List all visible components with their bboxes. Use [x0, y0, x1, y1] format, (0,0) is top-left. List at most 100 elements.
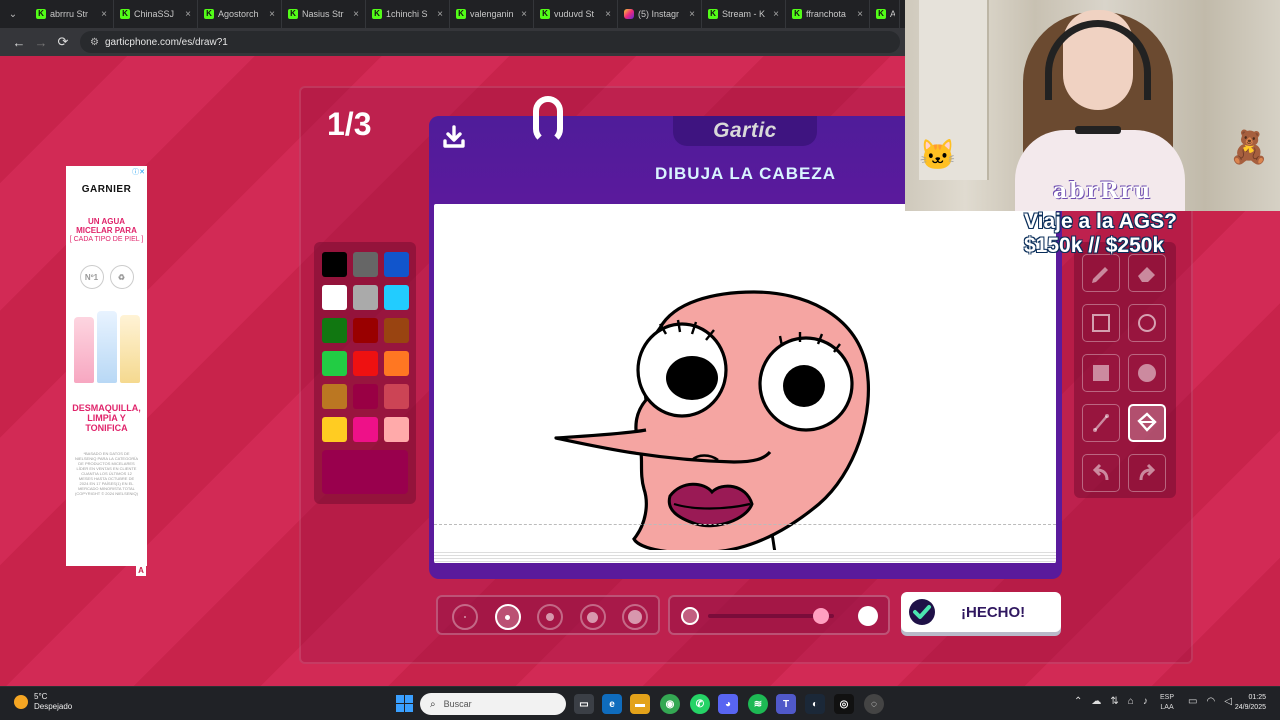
color-swatch[interactable]: [353, 318, 378, 343]
ellipse-fill-tool[interactable]: [1128, 354, 1166, 392]
ad-marker[interactable]: A: [136, 566, 146, 576]
undo-tool[interactable]: [1082, 454, 1120, 492]
browser-tab[interactable]: K 1chinchi S ×: [366, 0, 450, 28]
drawing-canvas[interactable]: [434, 204, 1056, 563]
microphone-icon[interactable]: ♪: [1143, 696, 1148, 707]
redo-tool[interactable]: [1128, 454, 1166, 492]
browser-tab[interactable]: K Stream - K ×: [702, 0, 786, 28]
opacity-high-icon: [858, 606, 878, 626]
eraser-tool[interactable]: [1128, 254, 1166, 292]
tab-close-icon[interactable]: ×: [519, 9, 529, 20]
kick-icon: K: [204, 9, 214, 19]
brush-size-option[interactable]: [537, 604, 563, 630]
tab-close-icon[interactable]: ×: [687, 9, 697, 20]
color-swatch[interactable]: [322, 252, 347, 277]
chrome-profile-icon[interactable]: ◌: [864, 694, 884, 714]
color-swatch[interactable]: [322, 384, 347, 409]
file-explorer-icon[interactable]: ▬: [630, 694, 650, 714]
spotify-icon[interactable]: ≋: [748, 694, 768, 714]
square-filled-icon: [1093, 365, 1109, 381]
tab-close-icon[interactable]: ×: [435, 9, 445, 20]
browser-tab[interactable]: Kvuduvd St ×: [534, 0, 618, 28]
rectangle-fill-tool[interactable]: [1082, 354, 1120, 392]
color-swatch[interactable]: [384, 252, 409, 277]
discord-icon[interactable]: ◕: [718, 694, 738, 714]
tray-chevron-icon[interactable]: ⌃: [1074, 696, 1082, 707]
pencil-icon: [1092, 267, 1108, 283]
color-swatch[interactable]: [384, 417, 409, 442]
whatsapp-icon[interactable]: ✆: [690, 694, 710, 714]
teams-icon[interactable]: T: [776, 694, 796, 714]
line-tool[interactable]: [1082, 404, 1120, 442]
tab-close-icon[interactable]: ×: [99, 9, 109, 20]
site-info-icon[interactable]: ⚙: [90, 37, 99, 48]
done-button[interactable]: ¡HECHO!: [901, 592, 1061, 632]
brush-size-option[interactable]: [494, 604, 521, 630]
browser-tab[interactable]: Kabrrru Str ×: [30, 0, 114, 28]
notebook-ring-icon: [533, 96, 563, 144]
garnier-ad[interactable]: ⓘ✕ GARNIER UN AGUA MICELAR PARA [ CADA T…: [66, 166, 147, 566]
browser-tab[interactable]: (5) Instagr ×: [618, 0, 702, 28]
tab-close-icon[interactable]: ×: [267, 9, 277, 20]
eraser-icon: [1138, 267, 1155, 282]
task-view-icon[interactable]: ▭: [574, 694, 594, 714]
ellipse-outline-tool[interactable]: [1128, 304, 1166, 342]
network-tray-icon[interactable]: ⇅: [1110, 696, 1118, 707]
tab-close-icon[interactable]: ×: [771, 9, 781, 20]
color-swatch[interactable]: [322, 417, 347, 442]
weather-widget[interactable]: 5°C Despejado: [14, 692, 72, 712]
browser-tab[interactable]: Kvalenganin ×: [450, 0, 534, 28]
rectangle-outline-tool[interactable]: [1082, 304, 1120, 342]
color-swatch[interactable]: [322, 318, 347, 343]
browser-tab[interactable]: KA: [870, 0, 900, 28]
color-swatch[interactable]: [384, 384, 409, 409]
tab-list-chevron-icon[interactable]: ⌄: [4, 5, 22, 23]
color-swatch[interactable]: [384, 351, 409, 376]
ad-choices-icon[interactable]: ⓘ✕: [132, 167, 145, 177]
opacity-thumb[interactable]: [813, 608, 830, 624]
browser-tab-label: (5) Instagr: [638, 9, 680, 19]
webcam-overlay: 🐱 🧸 abrRru: [905, 0, 1280, 211]
reload-icon[interactable]: ⟳: [52, 31, 74, 53]
clock-time: 01:25: [1248, 694, 1266, 701]
color-swatch[interactable]: [384, 318, 409, 343]
color-swatch[interactable]: [353, 417, 378, 442]
color-swatch[interactable]: [384, 285, 409, 310]
taskbar-search[interactable]: ⌕ Buscar: [420, 693, 566, 715]
tab-close-icon[interactable]: ×: [351, 9, 361, 20]
color-swatch[interactable]: [353, 351, 378, 376]
obs-icon[interactable]: ◎: [834, 694, 854, 714]
onedrive-icon[interactable]: ☁: [1091, 696, 1101, 707]
back-arrow-icon[interactable]: ←: [8, 31, 30, 53]
color-swatch[interactable]: [322, 285, 347, 310]
color-swatch[interactable]: [353, 252, 378, 277]
browser-tab[interactable]: K Agostorch ×: [198, 0, 282, 28]
ad-brand: GARNIER: [81, 184, 132, 195]
color-swatch[interactable]: [353, 285, 378, 310]
system-clock[interactable]: 01:25 24/9/2025: [1224, 693, 1266, 713]
brush-size-option[interactable]: [622, 604, 648, 630]
color-swatch[interactable]: [322, 351, 347, 376]
browser-tab[interactable]: K ChinaSSJ ×: [114, 0, 198, 28]
download-icon[interactable]: [441, 124, 467, 150]
usb-tray-icon[interactable]: ⌂: [1128, 696, 1134, 707]
steam-icon[interactable]: ◐: [805, 694, 825, 714]
chrome-icon[interactable]: ◉: [660, 694, 680, 714]
brush-size-option[interactable]: [579, 604, 606, 630]
forward-arrow-icon[interactable]: →: [30, 31, 52, 53]
windows-start-icon[interactable]: [396, 695, 413, 712]
fill-bucket-tool[interactable]: [1128, 404, 1166, 442]
keyboard-language[interactable]: ESP LAA: [1160, 693, 1174, 713]
instagram-icon: [624, 9, 634, 19]
pencil-tool[interactable]: [1082, 254, 1120, 292]
tab-close-icon[interactable]: ×: [183, 9, 193, 20]
brush-size-option[interactable]: [452, 604, 478, 630]
tab-close-icon[interactable]: ×: [603, 9, 613, 20]
tab-close-icon[interactable]: ×: [855, 9, 865, 20]
color-swatch[interactable]: [353, 384, 378, 409]
edge-icon[interactable]: e: [602, 694, 622, 714]
kick-icon: K: [288, 9, 298, 19]
url-field[interactable]: ⚙ garticphone.com/es/draw?1: [80, 31, 900, 53]
browser-tab[interactable]: Kffranchota ×: [786, 0, 870, 28]
browser-tab[interactable]: K Nasius Str ×: [282, 0, 366, 28]
